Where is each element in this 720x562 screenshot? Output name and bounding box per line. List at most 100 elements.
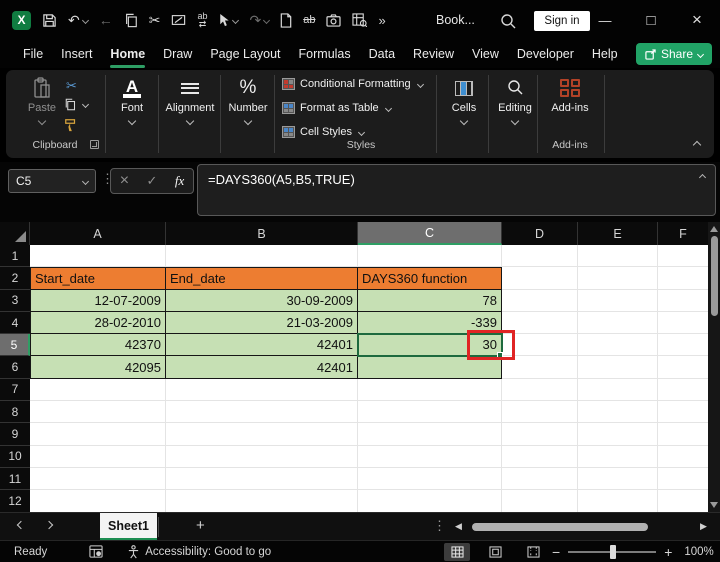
tab-insert[interactable]: Insert xyxy=(52,42,101,66)
cell-e3[interactable] xyxy=(578,290,658,312)
redo-icon[interactable]: ↷ xyxy=(249,10,269,30)
sheetbar-options-icon[interactable]: ⋮ xyxy=(433,518,446,534)
cell-d9[interactable] xyxy=(502,423,578,445)
column-header-b[interactable]: B xyxy=(166,222,358,245)
format-as-table-button[interactable]: Format as Table xyxy=(282,102,391,114)
cell-a4[interactable]: 28-02-2010 xyxy=(30,312,166,334)
paste-button[interactable]: Paste xyxy=(18,75,66,135)
collapse-ribbon-icon[interactable] xyxy=(693,141,701,149)
tab-developer[interactable]: Developer xyxy=(508,42,583,66)
cell-a1[interactable] xyxy=(30,245,166,267)
scroll-down-icon[interactable] xyxy=(710,502,718,508)
cell-f11[interactable] xyxy=(658,468,708,490)
tab-page-layout[interactable]: Page Layout xyxy=(201,42,289,66)
cell-e4[interactable] xyxy=(578,312,658,334)
prev-sheet-icon[interactable] xyxy=(17,521,25,529)
cell-d7[interactable] xyxy=(502,379,578,401)
tab-review[interactable]: Review xyxy=(404,42,463,66)
cut-icon[interactable]: ✂ xyxy=(149,10,161,30)
row-header[interactable]: 1 xyxy=(0,245,30,267)
column-header-c-selected[interactable]: C xyxy=(358,222,502,245)
column-header-d[interactable]: D xyxy=(502,222,578,245)
tab-file[interactable]: File xyxy=(14,42,52,66)
row-header[interactable]: 11 xyxy=(0,468,30,490)
alignment-group-button[interactable]: Alignment xyxy=(162,75,218,135)
cell-a3[interactable]: 12-07-2009 xyxy=(30,290,166,312)
formula-input[interactable]: =DAYS360(A5,B5,TRUE) xyxy=(197,164,716,216)
cell-e5[interactable] xyxy=(578,334,658,356)
undo-icon[interactable]: ↶ xyxy=(68,10,88,30)
cell-e8[interactable] xyxy=(578,401,658,423)
scroll-up-icon[interactable] xyxy=(710,226,718,232)
format-painter-button[interactable] xyxy=(64,118,78,132)
cell-b2[interactable]: End_date xyxy=(166,267,358,289)
cut-button[interactable]: ✂ xyxy=(66,78,77,94)
name-box[interactable]: C5 xyxy=(8,169,96,193)
cell-d11[interactable] xyxy=(502,468,578,490)
conditional-formatting-button[interactable]: Conditional Formatting xyxy=(282,78,423,90)
collapse-formula-bar-icon[interactable] xyxy=(699,174,706,181)
cell-e12[interactable] xyxy=(578,490,658,512)
cell-d4[interactable] xyxy=(502,312,578,334)
share-button[interactable]: Share xyxy=(636,43,712,65)
cell-a12[interactable] xyxy=(30,490,166,512)
cell-f5[interactable] xyxy=(658,334,708,356)
cell-f10[interactable] xyxy=(658,446,708,468)
zoom-slider-thumb[interactable] xyxy=(610,545,616,559)
cell-d2[interactable] xyxy=(502,267,578,289)
cell-a9[interactable] xyxy=(30,423,166,445)
cell-d5[interactable] xyxy=(502,334,578,356)
accessibility-icon[interactable] xyxy=(127,545,140,559)
tab-draw[interactable]: Draw xyxy=(154,42,201,66)
cell-f2[interactable] xyxy=(658,267,708,289)
cell-b7[interactable] xyxy=(166,379,358,401)
row-header[interactable]: 12 xyxy=(0,490,30,512)
cell-b5[interactable]: 42401 xyxy=(166,334,358,356)
cell-e9[interactable] xyxy=(578,423,658,445)
cell-a6[interactable]: 42095 xyxy=(30,356,166,378)
cell-d1[interactable] xyxy=(502,245,578,267)
row-header[interactable]: 2 xyxy=(0,267,30,289)
cell-d12[interactable] xyxy=(502,490,578,512)
next-sheet-icon[interactable] xyxy=(45,521,53,529)
cell-b3[interactable]: 30-09-2009 xyxy=(166,290,358,312)
insert-function-icon[interactable]: fx xyxy=(175,173,184,189)
cell-c3[interactable]: 78 xyxy=(358,290,502,312)
cell-b4[interactable]: 21-03-2009 xyxy=(166,312,358,334)
cell-a2[interactable]: Start_date xyxy=(30,267,166,289)
row-header-5-selected[interactable]: 5 xyxy=(0,334,30,356)
cell-b9[interactable] xyxy=(166,423,358,445)
cell-f8[interactable] xyxy=(658,401,708,423)
cell-c10[interactable] xyxy=(358,446,502,468)
addins-button[interactable]: Add-ins xyxy=(542,75,598,135)
edit-picture-icon[interactable] xyxy=(171,10,186,30)
cell-f1[interactable] xyxy=(658,245,708,267)
tab-data[interactable]: Data xyxy=(360,42,404,66)
cell-c6[interactable] xyxy=(358,356,502,378)
cell-c9[interactable] xyxy=(358,423,502,445)
column-header-a[interactable]: A xyxy=(30,222,166,245)
cell-c12[interactable] xyxy=(358,490,502,512)
zoom-in-icon[interactable]: + xyxy=(664,544,672,560)
page-break-preview-button[interactable] xyxy=(520,543,546,561)
cell-c8[interactable] xyxy=(358,401,502,423)
column-header-f[interactable]: F xyxy=(658,222,708,245)
close-button[interactable]: × xyxy=(674,10,720,30)
row-header[interactable]: 10 xyxy=(0,446,30,468)
cell-f12[interactable] xyxy=(658,490,708,512)
cell-f3[interactable] xyxy=(658,290,708,312)
number-group-button[interactable]: % Number xyxy=(222,75,274,135)
select-all-corner[interactable] xyxy=(0,222,30,245)
cell-a10[interactable] xyxy=(30,446,166,468)
new-file-icon[interactable] xyxy=(280,10,292,30)
cell-styles-button[interactable]: Cell Styles xyxy=(282,126,364,138)
maximize-button[interactable]: □ xyxy=(628,12,674,29)
cell-e6[interactable] xyxy=(578,356,658,378)
macro-record-icon[interactable] xyxy=(89,545,103,558)
cell-c7[interactable] xyxy=(358,379,502,401)
cancel-icon[interactable]: × xyxy=(120,172,129,190)
zoom-level[interactable]: 100% xyxy=(684,546,713,558)
row-header[interactable]: 6 xyxy=(0,356,30,378)
cell-b11[interactable] xyxy=(166,468,358,490)
row-header[interactable]: 8 xyxy=(0,401,30,423)
